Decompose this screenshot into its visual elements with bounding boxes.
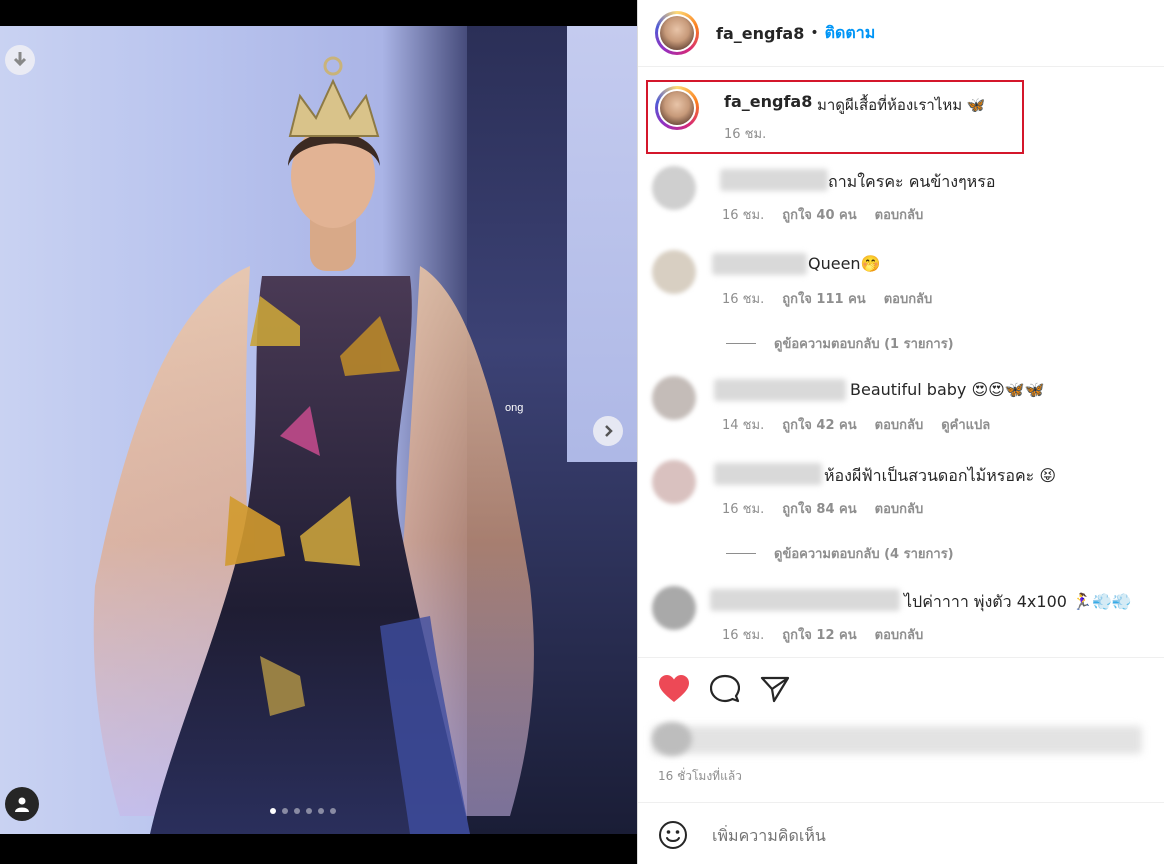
comment-meta: 14 ชม. ถูกใจ 42 คน ตอบกลับ ดูคำแปล (722, 414, 990, 435)
view-replies-label: ดูข้อความตอบกลับ (1 รายการ) (774, 337, 954, 352)
user-icon (15, 797, 29, 812)
watermark: ong (505, 402, 523, 414)
reply-button[interactable]: ตอบกลับ (875, 204, 924, 225)
emoji-smiley-icon[interactable] (658, 820, 688, 850)
comment-username-blurred[interactable] (720, 169, 828, 191)
like-heart-icon[interactable] (658, 674, 690, 704)
carousel-dots (270, 808, 336, 814)
chevron-right-icon (605, 425, 613, 437)
comment-username-blurred[interactable] (714, 379, 846, 401)
next-image-button[interactable] (593, 416, 623, 446)
reply-button[interactable]: ตอบกลับ (875, 624, 924, 645)
post-side-panel: fa_engfa8 • ติดตาม fa_engfa8 มาดูผีเสื้อ… (637, 0, 1164, 864)
comment-meta: 16 ชม. ถูกใจ 40 คน ตอบกลับ (722, 204, 923, 225)
caption-avatar[interactable] (655, 86, 699, 130)
carousel-dot (282, 808, 288, 814)
share-send-icon[interactable] (760, 674, 790, 704)
carousel-dot (306, 808, 312, 814)
view-replies-button[interactable]: ดูข้อความตอบกลับ (4 รายการ) (726, 543, 954, 564)
divider (638, 802, 1164, 803)
comment-username-blurred[interactable] (712, 253, 807, 275)
comment-text: ไปค่าาาา พุ่งตัว 4x100 🏃‍♀️💨💨 (904, 592, 1132, 611)
comment-likes[interactable]: ถูกใจ 12 คน (782, 624, 856, 645)
comment-username-blurred[interactable] (714, 463, 822, 485)
carousel-dot (270, 808, 276, 814)
comment-avatar[interactable] (652, 250, 696, 294)
header-username[interactable]: fa_engfa8 (716, 24, 804, 43)
post-photo[interactable]: ong (0, 26, 637, 834)
replies-line (726, 343, 756, 344)
comment-avatar[interactable] (652, 460, 696, 504)
photo-pane: ong (0, 0, 637, 864)
follow-button[interactable]: ติดตาม (825, 21, 876, 46)
separator-dot: • (810, 25, 819, 41)
model-illustration: ong (93, 56, 534, 834)
comment-text: ถามใครคะ คนข้างๆหรอ (828, 172, 996, 191)
comment-bubble-icon[interactable] (710, 674, 740, 704)
comment-text: ห้องผีฟ้าเป็นสวนดอกไม้หรอคะ 😝 (824, 466, 1056, 485)
replies-line (726, 553, 756, 554)
divider (638, 657, 1164, 658)
comment-likes[interactable]: ถูกใจ 84 คน (782, 498, 856, 519)
comment-time[interactable]: 14 ชม. (722, 414, 764, 435)
avatar[interactable] (655, 11, 699, 55)
reply-button[interactable]: ตอบกลับ (875, 414, 924, 435)
carousel-dot (330, 808, 336, 814)
download-arrow-icon (13, 52, 27, 67)
reply-button[interactable]: ตอบกลับ (875, 498, 924, 519)
comment-username-blurred[interactable] (710, 589, 900, 611)
tagged-users-button[interactable] (5, 787, 39, 821)
comment-avatar[interactable] (652, 166, 696, 210)
carousel-dot (294, 808, 300, 814)
comment-text: Queen🤭 (808, 254, 881, 273)
comment-avatar[interactable] (652, 586, 696, 630)
liked-by-avatar[interactable] (652, 722, 692, 756)
comment-likes[interactable]: ถูกใจ 40 คน (782, 204, 856, 225)
carousel-dot (318, 808, 324, 814)
comment-time[interactable]: 16 ชม. (722, 624, 764, 645)
post-timestamp[interactable]: 16 ชั่วโมงที่แล้ว (658, 767, 742, 786)
comment-meta: 16 ชม. ถูกใจ 84 คน ตอบกลับ (722, 498, 923, 519)
view-replies-button[interactable]: ดูข้อความตอบกลับ (1 รายการ) (726, 333, 954, 354)
reply-button[interactable]: ตอบกลับ (884, 288, 933, 309)
caption-highlight: fa_engfa8 มาดูผีเสื้อที่ห้องเราไหม 🦋 16 … (646, 80, 1024, 154)
comment-likes[interactable]: ถูกใจ 111 คน (782, 288, 865, 309)
comment-input[interactable] (710, 824, 1094, 846)
comment-likes[interactable]: ถูกใจ 42 คน (782, 414, 856, 435)
liked-by-blurred[interactable] (652, 726, 1142, 754)
comment-meta: 16 ชม. ถูกใจ 111 คน ตอบกลับ (722, 288, 932, 309)
comment-time[interactable]: 16 ชม. (722, 498, 764, 519)
post-header: fa_engfa8 • ติดตาม (638, 0, 1164, 67)
caption-time[interactable]: 16 ชม. (724, 123, 766, 144)
comment-time[interactable]: 16 ชม. (722, 288, 764, 309)
download-button[interactable] (5, 45, 35, 75)
comment-time[interactable]: 16 ชม. (722, 204, 764, 225)
comment-avatar[interactable] (652, 376, 696, 420)
add-comment-bar (658, 820, 1094, 850)
comment-text: Beautiful baby 😍😍🦋🦋 (850, 380, 1045, 399)
comment-meta: 16 ชม. ถูกใจ 12 คน ตอบกลับ (722, 624, 923, 645)
view-replies-label: ดูข้อความตอบกลับ (4 รายการ) (774, 547, 954, 562)
caption-username[interactable]: fa_engfa8 (724, 92, 812, 111)
caption-text: มาดูผีเสื้อที่ห้องเราไหม 🦋 (817, 96, 986, 114)
post-actions (658, 674, 790, 704)
see-translation-button[interactable]: ดูคำแปล (941, 414, 990, 435)
